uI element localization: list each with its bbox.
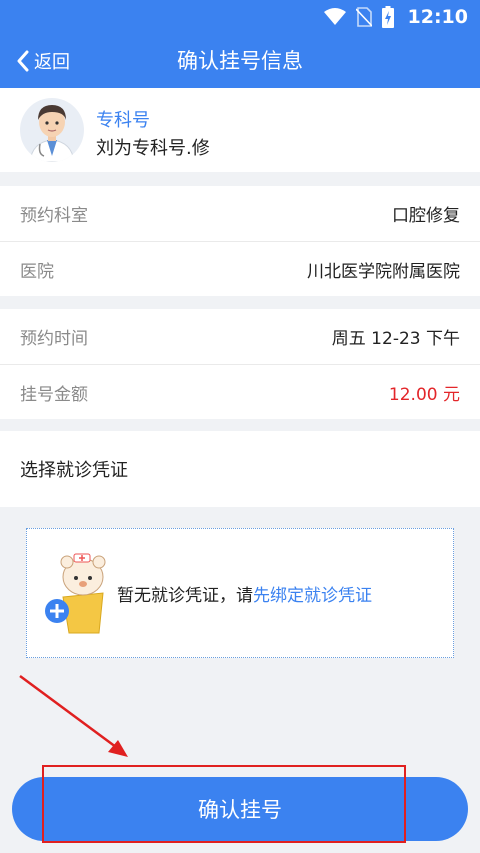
- time-row: 预约时间 周五 12-23 下午: [0, 309, 480, 364]
- doctor-avatar: [20, 98, 84, 162]
- doctor-type: 专科号: [96, 110, 150, 131]
- status-time: 12:10: [407, 6, 468, 28]
- schedule-group: 预约时间 周五 12-23 下午 挂号金额 12.00 元: [0, 309, 480, 419]
- department-row: 预约科室 口腔修复: [0, 186, 480, 241]
- hospital-label: 医院: [20, 261, 54, 282]
- bind-credential-link[interactable]: 先绑定就诊凭证: [253, 581, 372, 606]
- confirm-registration-button[interactable]: 确认挂号: [12, 777, 468, 841]
- wifi-icon: [323, 8, 346, 25]
- time-label: 预约时间: [20, 329, 88, 349]
- doctor-card: 专科号 刘为专科号.修: [0, 88, 480, 172]
- status-bar: 12:10: [0, 0, 480, 34]
- credential-empty-message: 暂无就诊凭证，请: [117, 585, 253, 606]
- fee-value: 12.00 元: [388, 384, 460, 405]
- back-label: 返回: [34, 52, 70, 73]
- department-group: 预约科室 口腔修复 医院 川北医学院附属医院: [0, 186, 480, 296]
- navbar: 返回 确认挂号信息: [0, 34, 480, 88]
- hospital-value: 川北医学院附属医院: [307, 261, 460, 282]
- department-label: 预约科室: [20, 206, 88, 226]
- credential-empty-text: 暂无就诊凭证，请 先绑定就诊凭证: [117, 529, 372, 657]
- doctor-name: 刘为专科号.修: [96, 138, 210, 159]
- page-title: 确认挂号信息: [177, 49, 303, 73]
- department-value: 口腔修复: [392, 206, 460, 226]
- no-sim-icon: [355, 7, 372, 27]
- fee-row: 挂号金额 12.00 元: [0, 364, 480, 419]
- back-button[interactable]: 返回: [16, 34, 70, 88]
- fee-label: 挂号金额: [20, 384, 88, 405]
- chevron-left-icon: [17, 50, 29, 72]
- credential-section-title: 选择就诊凭证: [0, 431, 480, 507]
- time-value: 周五 12-23 下午: [331, 329, 460, 349]
- battery-charging-icon: [381, 6, 394, 28]
- credential-empty-box: 暂无就诊凭证，请 先绑定就诊凭证: [26, 528, 454, 658]
- bear-mascot-icon: [45, 553, 106, 634]
- hospital-row: 医院 川北医学院附属医院: [0, 241, 480, 296]
